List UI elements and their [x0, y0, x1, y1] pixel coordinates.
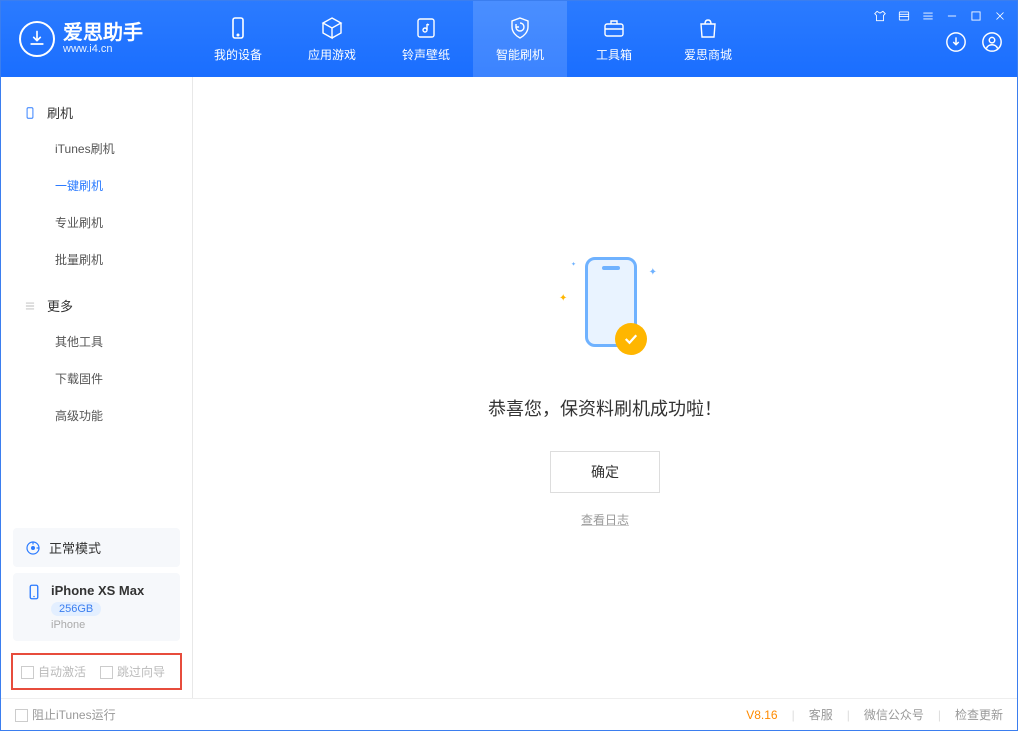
phone-icon — [23, 106, 37, 120]
nav-store[interactable]: 爱思商城 — [661, 1, 755, 77]
nav-label: 我的设备 — [214, 46, 262, 63]
app-url: www.i4.cn — [63, 43, 143, 55]
toolbox-icon — [602, 16, 626, 40]
body-area: 刷机 iTunes刷机 一键刷机 专业刷机 批量刷机 更多 其他工具 下载固件 … — [1, 77, 1017, 698]
sidebar-section-title: 更多 — [47, 296, 73, 315]
user-circle-icon[interactable] — [981, 31, 1003, 53]
device-name: iPhone XS Max — [51, 583, 144, 598]
device-mode-label: 正常模式 — [49, 538, 101, 557]
sidebar-section-more: 更多 其他工具 下载固件 高级功能 — [1, 288, 192, 434]
device-type: iPhone — [51, 619, 144, 631]
device-card[interactable]: iPhone XS Max 256GB iPhone — [13, 573, 180, 641]
mode-icon — [25, 540, 41, 556]
bottom-options-highlight: 自动激活 跳过向导 — [11, 653, 182, 690]
sidebar-item-batch-flash[interactable]: 批量刷机 — [1, 241, 192, 278]
sidebar-item-download-firmware[interactable]: 下载固件 — [1, 360, 192, 397]
close-icon[interactable] — [993, 9, 1007, 23]
cube-icon — [320, 16, 344, 40]
device-icon — [25, 583, 43, 601]
top-nav: 我的设备 应用游戏 铃声壁纸 智能刷机 工具箱 爱思商城 — [191, 1, 755, 77]
version-label: V8.16 — [746, 708, 777, 722]
app-name: 爱思助手 — [63, 23, 143, 43]
sidebar-item-pro-flash[interactable]: 专业刷机 — [1, 204, 192, 241]
sidebar-head-flash[interactable]: 刷机 — [1, 95, 192, 130]
sidebar-item-oneclick-flash[interactable]: 一键刷机 — [1, 167, 192, 204]
device-mode-card[interactable]: 正常模式 — [13, 528, 180, 567]
sidebar-item-itunes-flash[interactable]: iTunes刷机 — [1, 130, 192, 167]
minimize-icon[interactable] — [945, 9, 959, 23]
checkbox-block-itunes[interactable]: 阻止iTunes运行 — [15, 706, 116, 723]
checkbox-auto-activate[interactable]: 自动激活 — [21, 663, 86, 680]
title-bar: 爱思助手 www.i4.cn 我的设备 应用游戏 铃声壁纸 智能刷机 工具箱 爱… — [1, 1, 1017, 77]
nav-label: 爱思商城 — [684, 46, 732, 63]
nav-my-device[interactable]: 我的设备 — [191, 1, 285, 77]
main-content: ✦ ✦ ✦ 恭喜您，保资料刷机成功啦！ 确定 查看日志 — [193, 77, 1017, 698]
separator: | — [938, 708, 941, 722]
status-right: V8.16 | 客服 | 微信公众号 | 检查更新 — [746, 706, 1003, 723]
device-icon — [226, 16, 250, 40]
support-link[interactable]: 客服 — [809, 706, 833, 723]
separator: | — [847, 708, 850, 722]
check-update-link[interactable]: 检查更新 — [955, 706, 1003, 723]
sidebar-item-advanced[interactable]: 高级功能 — [1, 397, 192, 434]
sparkle-icon: ✦ — [649, 267, 657, 278]
nav-label: 应用游戏 — [308, 46, 356, 63]
separator: | — [792, 708, 795, 722]
window-controls — [873, 9, 1007, 23]
checkbox-skip-guide[interactable]: 跳过向导 — [100, 663, 165, 680]
success-illustration: ✦ ✦ ✦ — [545, 247, 665, 367]
wechat-link[interactable]: 微信公众号 — [864, 706, 924, 723]
device-capacity-badge: 256GB — [51, 602, 101, 616]
bag-icon — [696, 16, 720, 40]
list-icon[interactable] — [897, 9, 911, 23]
view-log-link[interactable]: 查看日志 — [581, 511, 629, 528]
lines-icon — [23, 299, 37, 313]
music-icon — [414, 16, 438, 40]
check-badge-icon — [615, 323, 647, 355]
nav-label: 智能刷机 — [496, 46, 544, 63]
checkbox-label: 阻止iTunes运行 — [32, 708, 116, 722]
nav-smart-flash[interactable]: 智能刷机 — [473, 1, 567, 77]
nav-ringtone-wallpaper[interactable]: 铃声壁纸 — [379, 1, 473, 77]
sidebar-section-flash: 刷机 iTunes刷机 一键刷机 专业刷机 批量刷机 — [1, 95, 192, 278]
app-logo-icon — [19, 21, 55, 57]
nav-toolbox[interactable]: 工具箱 — [567, 1, 661, 77]
logo-area: 爱思助手 www.i4.cn — [1, 21, 191, 57]
nav-label: 工具箱 — [596, 46, 632, 63]
menu-icon[interactable] — [921, 9, 935, 23]
sparkle-icon: ✦ — [559, 293, 567, 304]
sidebar-head-more[interactable]: 更多 — [1, 288, 192, 323]
success-message: 恭喜您，保资料刷机成功啦！ — [488, 395, 722, 421]
shirt-icon[interactable] — [873, 9, 887, 23]
status-bar: 阻止iTunes运行 V8.16 | 客服 | 微信公众号 | 检查更新 — [1, 698, 1017, 730]
checkbox-label: 跳过向导 — [117, 665, 165, 679]
checkbox-label: 自动激活 — [38, 665, 86, 679]
nav-apps-games[interactable]: 应用游戏 — [285, 1, 379, 77]
nav-label: 铃声壁纸 — [402, 46, 450, 63]
shield-icon — [508, 16, 532, 40]
sidebar-section-title: 刷机 — [47, 103, 73, 122]
download-circle-icon[interactable] — [945, 31, 967, 53]
sidebar-item-other-tools[interactable]: 其他工具 — [1, 323, 192, 360]
maximize-icon[interactable] — [969, 9, 983, 23]
sparkle-icon: ✦ — [571, 261, 576, 268]
header-right-buttons — [945, 31, 1003, 53]
confirm-button[interactable]: 确定 — [550, 451, 660, 493]
sidebar: 刷机 iTunes刷机 一键刷机 专业刷机 批量刷机 更多 其他工具 下载固件 … — [1, 77, 193, 698]
